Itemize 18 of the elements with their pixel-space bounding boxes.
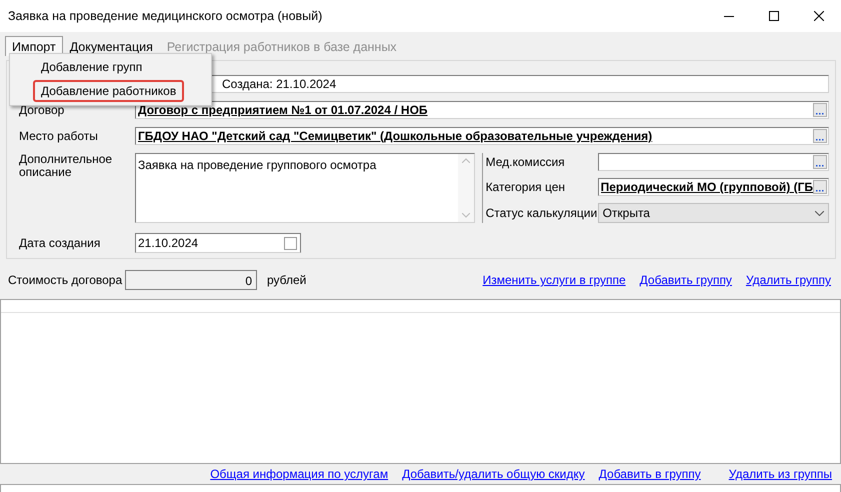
- field-value: Заявка на проведение группового осмотра: [137, 157, 378, 174]
- field-label: Дата создания: [19, 236, 102, 250]
- field-value: Периодический МО (групповой) (ГБ: [600, 180, 813, 194]
- dropdown-value: Открыта: [602, 206, 650, 220]
- field-label: Категория цен: [486, 180, 566, 194]
- field-label: Договор: [19, 103, 66, 117]
- field-label: Дополнительное описание: [19, 153, 114, 181]
- window-title: Заявка на проведение медицинского осмотра (новый): [8, 9, 324, 23]
- cost-label: Стоимость договора: [8, 273, 124, 287]
- field-value: Создана: 21.10.2024: [222, 77, 336, 91]
- field-label: Мед.комиссия: [486, 155, 566, 169]
- cost-field: 0: [125, 270, 257, 290]
- field-label: Статус калькуляции: [486, 206, 598, 220]
- field-value: ГБДОУ НАО "Детский сад "Семицветик" (Дошкольные образовательные учреждения): [138, 129, 654, 143]
- currency-label: рублей: [267, 273, 308, 287]
- field-value: 21.10.2024: [138, 236, 198, 250]
- field-value: Договор с предприятием №1 от 01.07.2024 / НОБ: [138, 103, 429, 117]
- field-label: Место работы: [19, 129, 99, 143]
